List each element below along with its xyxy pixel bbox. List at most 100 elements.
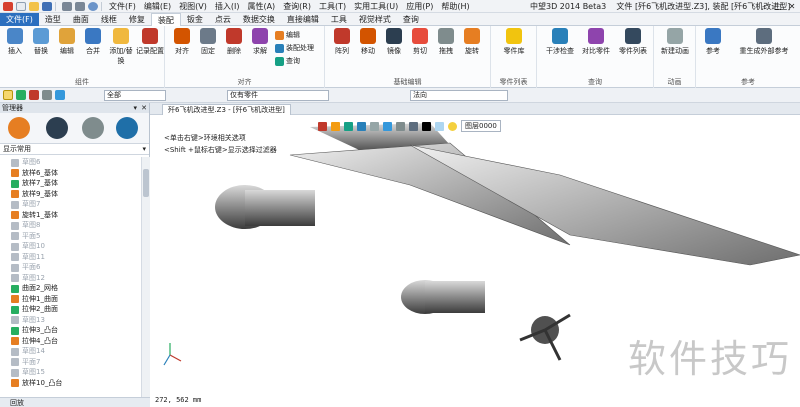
tab-repair[interactable]: 修复 xyxy=(123,13,151,26)
tree-node[interactable]: 平面6 xyxy=(0,262,141,273)
3d-viewport[interactable]: <单击右键>环境相关选项 <Shift +鼠标右键>显示选择过滤器 图层0000… xyxy=(150,115,800,407)
solve-button[interactable]: 求解 xyxy=(247,28,273,56)
query-constraint-button[interactable]: 查询 xyxy=(275,56,300,66)
delete-button[interactable]: 删除 xyxy=(221,28,247,56)
part-library-button[interactable]: 零件库 xyxy=(501,28,527,56)
select-arrow-icon[interactable] xyxy=(3,90,13,100)
replace-button[interactable]: 替换 xyxy=(28,28,54,56)
tree-node[interactable]: 草图14 xyxy=(0,346,141,357)
tree-node[interactable]: 拉伸1_曲面 xyxy=(0,294,141,305)
tab-visual-style[interactable]: 视觉样式 xyxy=(353,13,397,26)
mirror-button[interactable]: 镜像 xyxy=(381,28,407,56)
menu-attribute[interactable]: 属性(A) xyxy=(243,1,279,12)
tab-pointcloud[interactable]: 点云 xyxy=(209,13,237,26)
tree-node[interactable]: 草图7 xyxy=(0,199,141,210)
menu-insert[interactable]: 插入(I) xyxy=(211,1,244,12)
replay-bar[interactable]: 回放 xyxy=(0,397,150,407)
part-filter-select[interactable]: 仅有零件 xyxy=(227,90,329,101)
menu-apps[interactable]: 应用(P) xyxy=(402,1,437,12)
record-config-button[interactable]: 记录配置 xyxy=(136,28,164,56)
tree-node[interactable]: 草图6 xyxy=(0,157,141,168)
drag-button[interactable]: 拖拽 xyxy=(433,28,459,56)
layer-label[interactable]: 图层0000 xyxy=(461,120,501,132)
new-animation-button[interactable]: 新建动画 xyxy=(658,28,692,56)
tree-node[interactable]: 草图10 xyxy=(0,241,141,252)
redo-icon[interactable] xyxy=(75,1,85,11)
tab-sheetmetal[interactable]: 钣金 xyxy=(181,13,209,26)
tab-query[interactable]: 查询 xyxy=(397,13,425,26)
tree-node[interactable]: 草图11 xyxy=(0,252,141,263)
tree-node[interactable]: 放样6_基体 xyxy=(0,168,141,179)
minimize-icon[interactable]: – xyxy=(757,0,771,13)
wireframe-icon[interactable] xyxy=(396,121,405,131)
close-icon[interactable]: ✕ xyxy=(785,0,799,13)
tree-node[interactable]: 草图15 xyxy=(0,367,141,378)
menu-tools[interactable]: 工具(T) xyxy=(315,1,350,12)
new-file-icon[interactable] xyxy=(16,1,26,11)
parts-list-button[interactable]: 零件列表 xyxy=(615,28,651,56)
open-folder-icon[interactable] xyxy=(29,1,39,11)
align-button[interactable]: 对齐 xyxy=(169,28,195,56)
tree-node[interactable]: 草图13 xyxy=(0,315,141,326)
tab-wireframe[interactable]: 线框 xyxy=(95,13,123,26)
layer-manager-icon[interactable] xyxy=(116,117,138,139)
tree-node[interactable]: 放样9_基体 xyxy=(0,189,141,200)
cut-button[interactable]: 剪切 xyxy=(407,28,433,56)
assembly-process-button[interactable]: 装配处理 xyxy=(275,43,314,53)
tree-node[interactable]: 平面7 xyxy=(0,357,141,368)
merge-button[interactable]: 合并 xyxy=(80,28,106,56)
menu-view[interactable]: 视图(V) xyxy=(175,1,211,12)
light-icon[interactable] xyxy=(448,121,457,131)
tab-direct-edit[interactable]: 直接编辑 xyxy=(281,13,325,26)
tree-node[interactable]: 放样10_凸台 xyxy=(0,378,141,389)
menu-edit[interactable]: 编辑(E) xyxy=(140,1,175,12)
menu-file[interactable]: 文件(F) xyxy=(105,1,140,12)
reference-button[interactable]: 参考 xyxy=(700,28,726,56)
tab-assembly[interactable]: 装配 xyxy=(150,12,181,26)
direction-select[interactable]: 法向 xyxy=(410,90,508,101)
pattern-button[interactable]: 阵列 xyxy=(329,28,355,56)
snap-icon[interactable] xyxy=(42,90,52,100)
menu-help[interactable]: 帮助(H) xyxy=(437,1,473,12)
tab-tools[interactable]: 工具 xyxy=(325,13,353,26)
menu-query[interactable]: 查询(R) xyxy=(279,1,315,12)
add-replace-button[interactable]: 添加/替换 xyxy=(106,28,136,66)
render-icon[interactable] xyxy=(409,121,418,131)
fit-view-icon[interactable] xyxy=(318,121,327,131)
tree-node[interactable]: 拉伸3_凸台 xyxy=(0,325,141,336)
cube-view-icon[interactable] xyxy=(370,121,379,131)
assembly-manager-icon[interactable] xyxy=(46,117,68,139)
close-panel-icon[interactable]: ✕ xyxy=(141,103,147,113)
tree-node[interactable]: 平面5 xyxy=(0,231,141,242)
tree-node[interactable]: 放样7_基体 xyxy=(0,178,141,189)
interference-check-button[interactable]: 干涉检查 xyxy=(543,28,577,56)
move-button[interactable]: 移动 xyxy=(355,28,381,56)
maximize-icon[interactable]: □ xyxy=(771,0,785,13)
pick-icon[interactable] xyxy=(16,90,26,100)
view-icon[interactable] xyxy=(55,90,65,100)
shading-icon[interactable] xyxy=(331,121,340,131)
edit-constraint-button[interactable]: 编辑 xyxy=(275,30,300,40)
tree-node[interactable]: 拉伸4_凸台 xyxy=(0,336,141,347)
section-icon[interactable] xyxy=(383,121,392,131)
pin-icon[interactable]: ▾ xyxy=(133,103,137,113)
tab-surface[interactable]: 曲面 xyxy=(67,13,95,26)
tree-node[interactable]: 草图12 xyxy=(0,273,141,284)
display-mode-select[interactable]: 显示常用 ▾ xyxy=(0,144,149,155)
regenerate-ref-button[interactable]: 重生成外部参考 xyxy=(732,28,796,56)
fix-button[interactable]: 固定 xyxy=(195,28,221,56)
tab-modeling[interactable]: 造型 xyxy=(39,13,67,26)
filter-icon[interactable] xyxy=(29,90,39,100)
tree-node[interactable]: 拉伸2_曲面 xyxy=(0,304,141,315)
rotate-button[interactable]: 旋转 xyxy=(459,28,485,56)
tab-data-exchange[interactable]: 数据交换 xyxy=(237,13,281,26)
tree-node[interactable]: 曲面2_网格 xyxy=(0,283,141,294)
view-manager-icon[interactable] xyxy=(82,117,104,139)
document-tab[interactable]: 歼6飞机改进型.Z3 - [歼6飞机改进型] xyxy=(162,104,291,115)
gear-icon[interactable] xyxy=(88,1,98,11)
undo-icon[interactable] xyxy=(62,1,72,11)
color-black-icon[interactable] xyxy=(422,121,431,131)
history-manager-icon[interactable] xyxy=(8,117,30,139)
zoom-icon[interactable] xyxy=(357,121,366,131)
save-icon[interactable] xyxy=(42,1,52,11)
